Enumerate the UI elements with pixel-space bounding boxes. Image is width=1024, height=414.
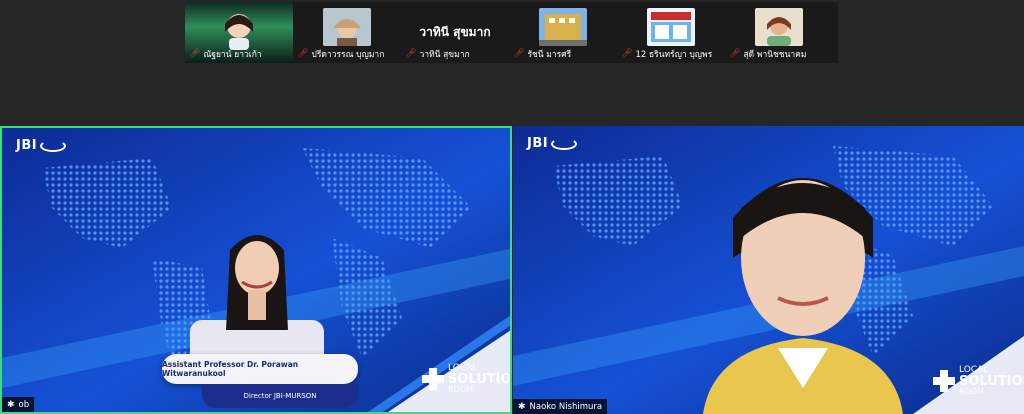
participant-placeholder-name: วาทินี สุขมาก (419, 25, 491, 39)
participant-name: ob (18, 399, 30, 410)
lower-third-role: Director JBI-MURSON (202, 384, 358, 408)
participant-name: ปรีดาวรรณ บุญมาก (311, 50, 385, 60)
participant-photo (323, 8, 371, 46)
video-tile-active-speaker[interactable]: JBI Assistant Professor Dr. Porawan Witw… (0, 126, 512, 414)
participant-photo (647, 8, 695, 46)
speaker-video (190, 235, 324, 370)
participant-photo (755, 8, 803, 46)
participant-name: 12 ธรินทร์ญา บุญพร (635, 50, 713, 60)
mic-muted-icon: 🎤︎ (729, 48, 741, 59)
pin-icon: ✱ (7, 399, 15, 410)
mic-muted-icon: 🎤︎ (513, 48, 525, 59)
jbi-logo: JBI (527, 136, 578, 151)
participant-name: Naoko Nishimura (529, 401, 603, 412)
participant-thumb-2[interactable]: 🎤︎ ปรีดาวรรณ บุญมาก (293, 2, 401, 63)
participant-name: รัชนี มารศรี (527, 50, 572, 60)
participant-thumb-1[interactable]: 🎤︎ ณัฐยาน์ ยาวเก้า (185, 2, 293, 63)
lower-third-name: Assistant Professor Dr. Porawan Witwaran… (162, 354, 358, 384)
participant-name-chip: ✱ ob (2, 397, 35, 412)
participant-name-chip: ✱ Naoko Nishimura (513, 399, 608, 414)
participant-thumb-6[interactable]: 🎤︎ สุดี พานิชชนาคม (725, 2, 833, 63)
participant-photo (539, 8, 587, 46)
participant-thumb-5[interactable]: 🎤︎ 12 ธรินทร์ญา บุญพร (617, 2, 725, 63)
cross-icon (422, 368, 444, 390)
cross-icon (933, 370, 955, 392)
participant-strip: 🎤︎ ณัฐยาน์ ยาวเก้า 🎤︎ ปรีดาวรรณ บุญมาก วาท… (185, 2, 838, 63)
mic-muted-icon: 🎤︎ (297, 48, 309, 59)
mic-muted-icon: 🎤︎ (405, 48, 417, 59)
video-tile-participant[interactable]: JBI LOCALSOLUTIONROOM ✱ Naoko Nishimura (513, 126, 1024, 414)
participant-thumb-4[interactable]: 🎤︎ รัชนี มารศรี (509, 2, 617, 63)
pin-icon: ✱ (518, 401, 526, 412)
participant-video (703, 178, 903, 414)
participant-name: สุดี พานิชชนาคม (743, 50, 807, 60)
jbi-logo: JBI (16, 138, 67, 153)
mic-muted-icon: 🎤︎ (621, 48, 633, 59)
mic-muted-icon: 🎤︎ (189, 48, 201, 59)
participant-name: ณัฐยาน์ ยาวเก้า (203, 50, 262, 60)
participant-thumb-3[interactable]: วาทินี สุขมาก 🎤︎ วาทินี สุขมาก (401, 2, 509, 63)
participant-name: วาทินี สุขมาก (419, 50, 470, 60)
local-solution-room-logo: LOCALSOLUTIONROOM (422, 364, 510, 394)
local-solution-room-logo: LOCALSOLUTIONROOM (933, 366, 1024, 396)
